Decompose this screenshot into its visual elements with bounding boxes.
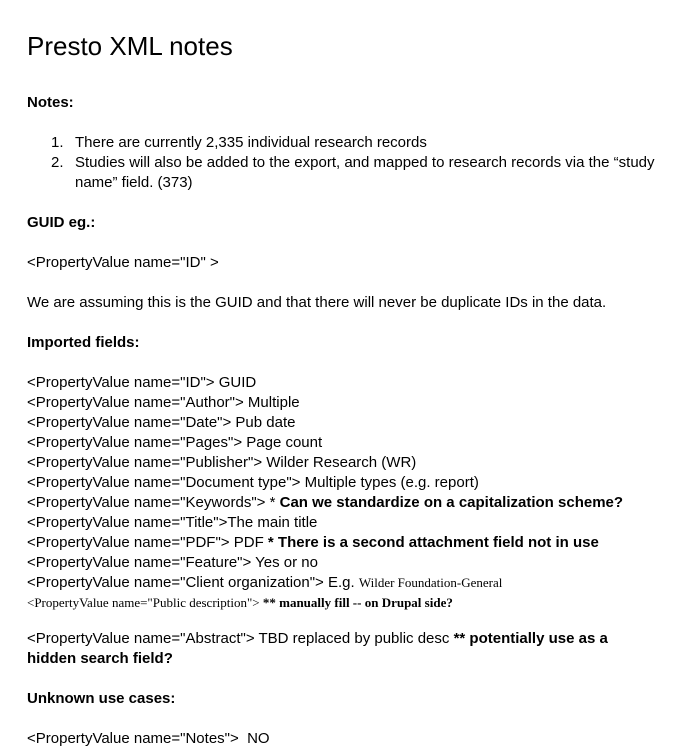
- field-note: * There is a second attachment field not…: [267, 534, 599, 551]
- field-row: <PropertyValue name="Public description"…: [27, 593, 667, 613]
- field-row: <PropertyValue name="Client organization…: [27, 573, 667, 593]
- field-tag: <PropertyValue name="Publisher">: [27, 454, 263, 471]
- notes-list-item: 2. Studies will also be added to the exp…: [27, 153, 667, 193]
- field-row: <PropertyValue name="Keywords"> * Can we…: [27, 493, 667, 513]
- field-row: <PropertyValue name="Title">The main tit…: [27, 513, 667, 533]
- field-tag: <PropertyValue name="Client organization…: [27, 574, 324, 591]
- field-tag: <PropertyValue name="PDF">: [27, 534, 230, 551]
- field-desc: Multiple types (e.g. report): [300, 474, 479, 491]
- field-tag: <PropertyValue name="Date">: [27, 414, 232, 431]
- field-tag: <PropertyValue name="ID">: [27, 374, 215, 391]
- field-tag: <PropertyValue name="Feature">: [27, 554, 252, 571]
- field-row: <PropertyValue name="Feature"> Yes or no: [27, 553, 667, 573]
- field-row: <PropertyValue name="Author"> Multiple: [27, 393, 667, 413]
- document-title: Presto XML notes: [27, 31, 233, 61]
- notes-list-item: 1. There are currently 2,335 individual …: [27, 133, 667, 153]
- guid-heading: GUID eg.:: [27, 214, 96, 231]
- field-desc: NO: [238, 730, 270, 747]
- field-row: <PropertyValue name="ID"> GUID: [27, 373, 667, 393]
- field-row: <PropertyValue name="Pages"> Page count: [27, 433, 667, 453]
- notes-heading: Notes:: [27, 94, 74, 111]
- field-row: <PropertyValue name="Document type"> Mul…: [27, 473, 667, 493]
- field-desc: Pub date: [231, 414, 296, 431]
- list-number: 2.: [51, 154, 64, 171]
- field-desc: *: [265, 494, 280, 511]
- field-desc: Wilder Research (WR): [262, 454, 417, 471]
- imported-fields-list: <PropertyValue name="ID"> GUID <Property…: [27, 373, 667, 613]
- field-tag: <PropertyValue name="Abstract">: [27, 630, 255, 647]
- guid-example: <PropertyValue name="ID" >: [27, 254, 219, 271]
- field-desc: Yes or no: [251, 554, 318, 571]
- unknown-use-cases-heading: Unknown use cases:: [27, 690, 176, 707]
- abstract-field: <PropertyValue name="Abstract"> TBD repl…: [27, 629, 657, 669]
- list-number: 1.: [51, 134, 64, 151]
- field-row: <PropertyValue name="PDF"> PDF * There i…: [27, 533, 667, 553]
- list-item-text: There are currently 2,335 individual res…: [75, 134, 427, 151]
- field-row: <PropertyValue name="Date"> Pub date: [27, 413, 667, 433]
- guid-assumption: We are assuming this is the GUID and tha…: [27, 294, 607, 311]
- field-tag: <PropertyValue name="Document type">: [27, 474, 301, 491]
- field-note: Can we standardize on a capitalization s…: [279, 494, 624, 511]
- field-tag: <PropertyValue name="Notes">: [27, 730, 239, 747]
- field-tag: <PropertyValue name="Author">: [27, 394, 244, 411]
- field-desc: TBD replaced by public desc: [254, 630, 454, 647]
- field-tag: <PropertyValue name="Keywords">: [27, 494, 266, 511]
- notes-list: 1. There are currently 2,335 individual …: [27, 133, 667, 193]
- field-desc: Multiple: [243, 394, 300, 411]
- list-item-text: Studies will also be added to the export…: [75, 154, 655, 191]
- field-desc: The main title: [227, 514, 318, 531]
- imported-fields-heading: Imported fields:: [27, 334, 140, 351]
- field-row: <PropertyValue name="Notes"> NO: [27, 729, 667, 749]
- field-desc: GUID: [214, 374, 257, 391]
- field-example: Wilder Foundation-General: [358, 575, 503, 590]
- field-tag: <PropertyValue name="Title">: [27, 514, 228, 531]
- field-desc: E.g.: [323, 574, 359, 591]
- field-tag: <PropertyValue name="Pages">: [27, 434, 243, 451]
- field-row: <PropertyValue name="Publisher"> Wilder …: [27, 453, 667, 473]
- field-desc: PDF: [229, 534, 268, 551]
- field-tag: <PropertyValue name="Public description"…: [27, 595, 260, 610]
- field-desc: Page count: [242, 434, 323, 451]
- field-note: ** manually fill -- on Drupal side?: [259, 595, 453, 610]
